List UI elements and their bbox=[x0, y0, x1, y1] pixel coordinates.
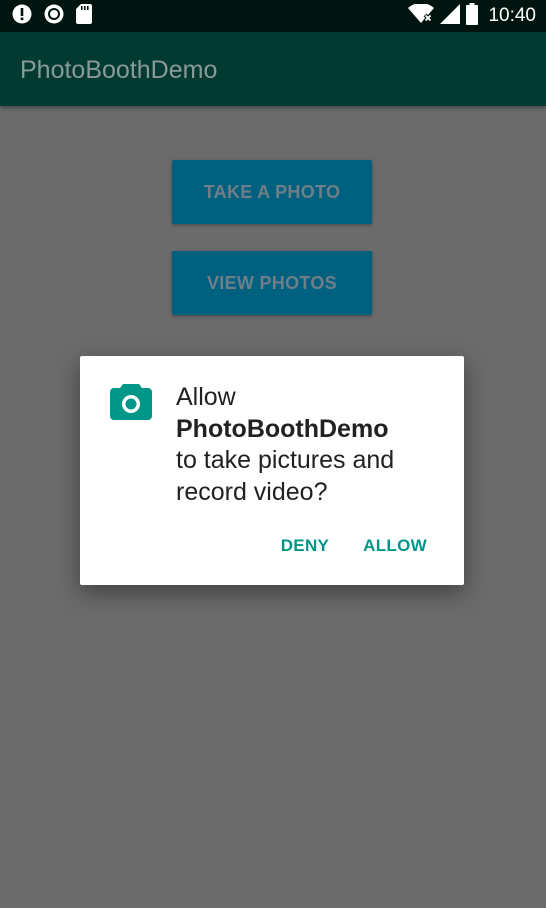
wifi-no-internet-icon bbox=[408, 2, 435, 29]
take-photo-button[interactable]: TAKE A PHOTO bbox=[172, 160, 372, 224]
status-left-icons bbox=[12, 3, 92, 29]
circle-notification-icon bbox=[44, 4, 64, 29]
deny-button[interactable]: DENY bbox=[281, 536, 329, 556]
battery-icon bbox=[466, 2, 479, 30]
status-bar: 10:40 bbox=[0, 0, 546, 32]
cellular-signal-icon bbox=[440, 3, 461, 29]
permission-message: Allow PhotoBoothDemo to take pictures an… bbox=[176, 382, 436, 508]
app-title: PhotoBoothDemo bbox=[20, 56, 218, 84]
status-clock: 10:40 bbox=[488, 5, 536, 26]
permission-dialog: Allow PhotoBoothDemo to take pictures an… bbox=[80, 356, 464, 585]
permission-line-allow: Allow bbox=[176, 383, 236, 411]
app-bar: PhotoBoothDemo bbox=[0, 32, 546, 106]
camera-icon bbox=[110, 384, 152, 420]
sd-card-icon bbox=[76, 3, 92, 29]
permission-line-request: to take pictures and record video? bbox=[176, 446, 395, 506]
screen: 10:40 PhotoBoothDemo TAKE A PHOTO VIEW P… bbox=[0, 0, 546, 908]
dialog-actions: DENY ALLOW bbox=[281, 536, 427, 556]
view-photos-button[interactable]: VIEW PHOTOS bbox=[172, 251, 372, 315]
allow-button[interactable]: ALLOW bbox=[363, 536, 427, 556]
status-right-icons: 10:40 bbox=[408, 2, 536, 30]
permission-app-name: PhotoBoothDemo bbox=[176, 414, 389, 443]
alert-icon bbox=[12, 4, 32, 29]
